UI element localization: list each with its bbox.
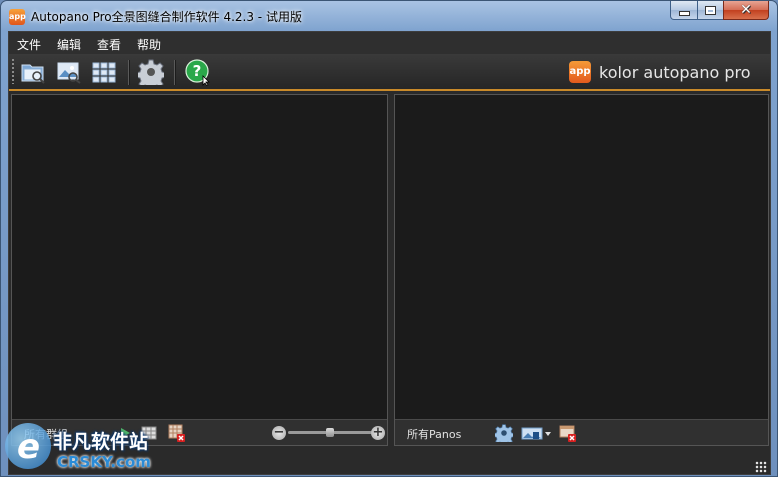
help-icon: ?: [185, 59, 210, 86]
maximize-button[interactable]: [697, 1, 724, 20]
delete-pano-icon: [559, 425, 576, 442]
minimize-icon: [678, 11, 690, 16]
render-settings-button[interactable]: [495, 424, 513, 442]
brand-name: kolor autopano pro: [599, 62, 751, 82]
grid-group-icon: [92, 62, 116, 83]
zoom-in-button[interactable]: +: [369, 424, 387, 442]
maximize-icon: [705, 5, 716, 15]
export-image-dropdown-icon: [521, 427, 551, 440]
app-icon: app: [9, 9, 26, 25]
detect-images-button[interactable]: [55, 58, 83, 86]
panos-label: 所有Panos: [407, 428, 462, 441]
export-dropdown-button[interactable]: [521, 424, 553, 442]
toolbar-separator: [128, 60, 130, 85]
panos-panel-footer: 所有Panos: [395, 419, 768, 445]
brand-logo: app kolor autopano pro: [569, 61, 751, 83]
help-button[interactable]: ?: [184, 58, 212, 86]
title-bar[interactable]: app Autopano Pro全景图缝合制作软件 4.2.3 - 试用版 ✕: [1, 1, 777, 31]
watermark-e-glyph: e: [17, 427, 41, 467]
menu-help[interactable]: 帮助: [137, 36, 161, 53]
detect-images-icon: [57, 62, 81, 84]
settings-gear-icon: [495, 424, 513, 442]
panos-panel[interactable]: 所有Panos: [394, 94, 769, 446]
watermark-cn-text: 非凡软件站: [53, 431, 149, 453]
watermark-en-text: CRSKY.com: [57, 453, 151, 471]
svg-text:?: ?: [193, 62, 202, 80]
minus-icon: −: [272, 425, 286, 440]
open-folder-icon: [21, 64, 45, 84]
close-button[interactable]: ✕: [723, 1, 769, 20]
group-grid-button[interactable]: [91, 58, 119, 86]
client-area: 文件 编辑 查看 帮助 ? app kolor autopano pro − +…: [8, 31, 771, 475]
plus-icon: +: [371, 425, 385, 440]
close-icon: ✕: [740, 2, 752, 18]
open-folder-button[interactable]: [19, 58, 47, 86]
menu-bar: 文件 编辑 查看 帮助: [9, 32, 770, 54]
minimize-button[interactable]: [670, 1, 698, 20]
window-title: Autopano Pro全景图缝合制作软件 4.2.3 - 试用版: [31, 10, 302, 24]
toolbar: ? app kolor autopano pro: [9, 54, 770, 91]
settings-gear-icon: [138, 59, 164, 85]
app-window: app Autopano Pro全景图缝合制作软件 4.2.3 - 试用版 ✕ …: [0, 0, 778, 477]
delete-grid-icon: [168, 424, 185, 442]
groups-panel[interactable]: 所有群组: [11, 94, 388, 446]
zoom-out-button[interactable]: −: [270, 424, 288, 442]
settings-button[interactable]: [137, 58, 165, 86]
zoom-slider-thumb[interactable]: [326, 428, 334, 437]
menu-file[interactable]: 文件: [17, 36, 41, 53]
brand-logo-icon: app: [569, 61, 591, 83]
watermark-logo: e 非凡软件站 CRSKY.com: [1, 419, 169, 476]
remove-pano-button[interactable]: [559, 424, 577, 442]
toolbar-grip[interactable]: [12, 59, 14, 84]
remove-group-button[interactable]: [168, 424, 186, 442]
toolbar-separator: [174, 60, 176, 85]
resize-grip-icon[interactable]: [755, 461, 767, 473]
menu-view[interactable]: 查看: [97, 36, 121, 53]
menu-edit[interactable]: 编辑: [57, 36, 81, 53]
